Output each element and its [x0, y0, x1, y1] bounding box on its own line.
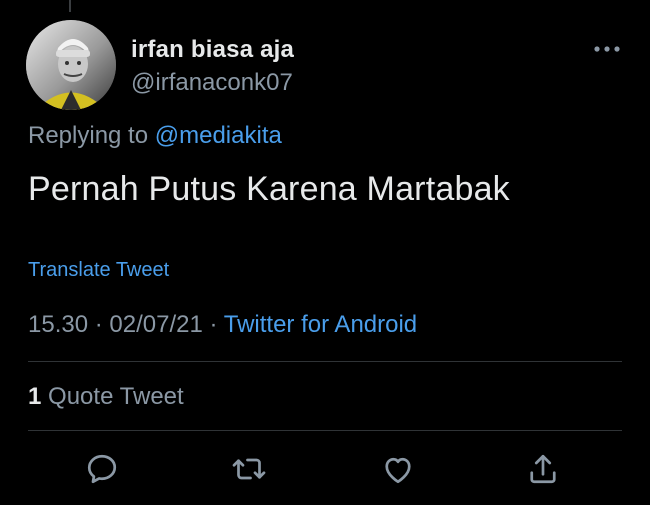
- reply-icon: [87, 454, 117, 484]
- quote-count: 1: [28, 383, 42, 410]
- retweet-button[interactable]: [229, 449, 269, 489]
- tweet-source-link[interactable]: Twitter for Android: [224, 311, 417, 338]
- author-display-name[interactable]: irfan biasa aja: [131, 36, 294, 64]
- replying-to-line: Replying to @mediakita: [28, 122, 282, 150]
- heart-icon: [385, 457, 411, 484]
- meta-separator: ·: [209, 311, 218, 338]
- replying-to-label: Replying to: [28, 122, 149, 149]
- share-button[interactable]: [523, 449, 563, 489]
- meta-separator: ·: [94, 311, 103, 338]
- tweet-text: Pernah Putus Karena Martabak: [28, 170, 510, 208]
- reply-button[interactable]: [82, 449, 122, 489]
- like-button[interactable]: [378, 449, 418, 489]
- reply-mention-link[interactable]: @mediakita: [155, 122, 282, 149]
- avatar-image: [26, 20, 116, 110]
- translate-tweet-link[interactable]: Translate Tweet: [28, 259, 169, 282]
- share-icon: [530, 454, 556, 484]
- retweet-icon: [232, 458, 266, 480]
- tweet-time[interactable]: 15.30: [28, 311, 88, 338]
- quote-tweets-stat[interactable]: 1 Quote Tweet: [28, 383, 184, 411]
- author-handle[interactable]: @irfanaconk07: [131, 69, 293, 97]
- divider: [28, 430, 622, 431]
- more-horizontal-icon[interactable]: [592, 40, 622, 58]
- thread-connector-line: [69, 0, 71, 12]
- divider: [28, 361, 622, 362]
- tweet-date[interactable]: 02/07/21: [109, 311, 202, 338]
- avatar[interactable]: [26, 20, 116, 110]
- tweet-meta: 15.30 · 02/07/21 · Twitter for Android: [28, 311, 417, 339]
- quote-label: Quote Tweet: [48, 383, 184, 410]
